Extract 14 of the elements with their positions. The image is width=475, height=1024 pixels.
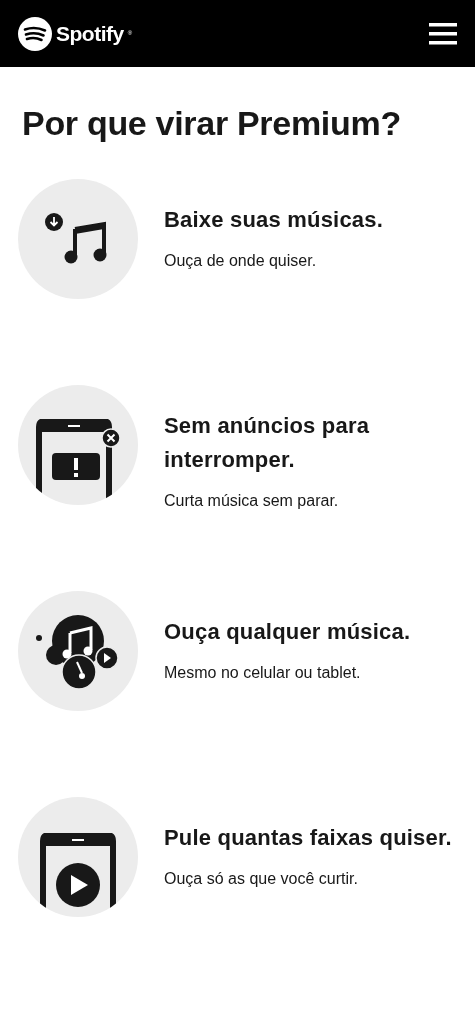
brand-name: Spotify	[56, 21, 124, 46]
feature-title: Sem anúncios para interromper.	[164, 412, 371, 474]
menu-icon	[429, 22, 457, 45]
logo-icon	[18, 16, 52, 51]
menu-button[interactable]	[429, 22, 457, 45]
feature-description: Curta música sem parar.	[164, 491, 340, 511]
feature-title: Baixe suas músicas.	[164, 206, 385, 234]
feature-title: Pule quantas faixas quiser.	[164, 824, 453, 852]
feature-title: Ouça qualquer música.	[164, 618, 412, 646]
music-discs-icon	[36, 613, 120, 689]
page-heading: Por que virar Premium?	[22, 103, 402, 144]
feature-description: Ouça de onde quiser.	[164, 251, 318, 271]
feature-description: Mesmo no celular ou tablet.	[164, 663, 362, 683]
feature-description: Ouça só as que você curtir.	[164, 869, 359, 889]
